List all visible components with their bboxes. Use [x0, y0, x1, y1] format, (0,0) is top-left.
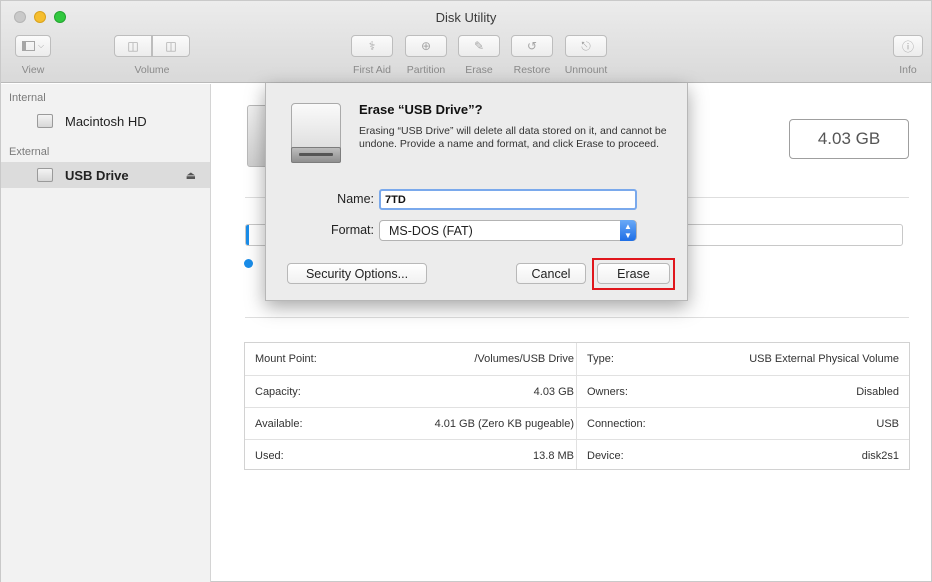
- erase-icon: ✎: [473, 39, 485, 53]
- table-row: Mount Point: /Volumes/USB Drive Type: US…: [245, 343, 909, 374]
- cancel-button[interactable]: Cancel: [516, 263, 586, 284]
- restore-button[interactable]: ↺: [511, 35, 553, 57]
- sidebar-item-macintosh-hd[interactable]: Macintosh HD: [1, 108, 210, 134]
- erase-button-highlight: [592, 258, 675, 290]
- table-row: Available: 4.01 GB (Zero KB pugeable) Co…: [245, 407, 909, 438]
- format-selected-value: MS-DOS (FAT): [389, 224, 473, 238]
- info-key: Device:: [587, 450, 624, 462]
- security-options-button[interactable]: Security Options...: [287, 263, 427, 284]
- info-value: disk2s1: [861, 450, 899, 462]
- info-value: Disabled: [856, 386, 899, 398]
- volume-label: Volume: [134, 64, 170, 76]
- info-icon: ⓘ: [901, 39, 914, 54]
- info-button[interactable]: ⓘ: [893, 35, 923, 57]
- sidebar: Internal Macintosh HD External USB Drive…: [1, 84, 211, 582]
- view-button[interactable]: ⌵: [15, 35, 51, 57]
- erase-label: Erase: [465, 64, 493, 76]
- info-value: /Volumes/USB Drive: [474, 353, 574, 365]
- first-aid-label: First Aid: [353, 64, 391, 76]
- table-row: Used: 13.8 MB Device: disk2s1: [245, 439, 909, 470]
- add-volume-button[interactable]: ◫: [114, 35, 152, 57]
- info-key: Owners:: [587, 386, 628, 398]
- info-key: Mount Point:: [255, 353, 317, 365]
- info-key: Used:: [255, 450, 284, 462]
- erase-toolbar-button[interactable]: ✎: [458, 35, 500, 57]
- table-row: Capacity: 4.03 GB Owners: Disabled: [245, 375, 909, 406]
- sidebar-header-external: External: [9, 146, 50, 158]
- titlebar: Disk Utility ⌵ View ◫ ◫ Volume ⚕ First A…: [1, 1, 931, 83]
- partition-icon: ⊕: [420, 39, 432, 53]
- format-label: Format:: [330, 223, 374, 237]
- info-value: 13.8 MB: [533, 450, 574, 462]
- unmount-button[interactable]: ⎋: [565, 35, 607, 57]
- first-aid-button[interactable]: ⚕: [351, 35, 393, 57]
- info-key: Type:: [587, 353, 614, 365]
- info-key: Available:: [255, 418, 303, 430]
- partition-label: Partition: [406, 64, 446, 76]
- erase-dialog: Erase “USB Drive”? Erasing “USB Drive” w…: [265, 83, 688, 301]
- format-select[interactable]: MS-DOS (FAT) ▲ ▼: [379, 220, 637, 241]
- sidebar-header-internal: Internal: [9, 92, 46, 104]
- dialog-message: Erasing “USB Drive” will delete all data…: [359, 125, 667, 150]
- info-value: USB: [876, 418, 899, 430]
- chevron-down-icon: ⌵: [37, 41, 45, 50]
- select-stepper-icon: ▲ ▼: [620, 220, 636, 241]
- eject-icon[interactable]: ⏏: [186, 169, 196, 182]
- restore-label: Restore: [513, 64, 551, 76]
- info-value: 4.03 GB: [533, 386, 574, 398]
- volume-info-table: Mount Point: /Volumes/USB Drive Type: US…: [244, 342, 910, 470]
- external-drive-icon: [291, 103, 341, 165]
- disk-utility-window: Disk Utility ⌵ View ◫ ◫ Volume ⚕ First A…: [0, 0, 932, 582]
- capacity-display: 4.03 GB: [789, 119, 909, 159]
- info-key: Connection:: [587, 418, 646, 430]
- info-value: USB External Physical Volume: [749, 353, 899, 365]
- internal-disk-icon: [37, 114, 53, 128]
- sidebar-item-label: USB Drive: [65, 167, 129, 183]
- window-title: Disk Utility: [435, 10, 497, 25]
- name-input[interactable]: [379, 189, 637, 210]
- remove-volume-icon: ◫: [165, 39, 177, 53]
- info-value: 4.01 GB (Zero KB pugeable): [434, 418, 574, 430]
- unmount-label: Unmount: [564, 64, 608, 76]
- name-label: Name:: [337, 192, 374, 206]
- sidebar-item-usb-drive[interactable]: USB Drive ⏏: [1, 162, 210, 188]
- restore-icon: ↺: [526, 39, 538, 53]
- sidebar-icon: [21, 41, 35, 51]
- stethoscope-icon: ⚕: [368, 39, 376, 53]
- info-label: Info: [899, 64, 917, 76]
- remove-volume-button[interactable]: ◫: [152, 35, 190, 57]
- sidebar-item-label: Macintosh HD: [65, 113, 147, 129]
- usb-drive-icon: [37, 168, 53, 182]
- dialog-title: Erase “USB Drive”?: [359, 102, 483, 117]
- view-label: View: [21, 64, 45, 76]
- info-key: Capacity:: [255, 386, 301, 398]
- partition-button[interactable]: ⊕: [405, 35, 447, 57]
- used-legend-dot: [244, 259, 253, 268]
- usage-bar-fill: [246, 225, 250, 245]
- add-volume-icon: ◫: [127, 39, 139, 53]
- unmount-icon: ⎋: [581, 38, 591, 53]
- divider: [245, 317, 909, 318]
